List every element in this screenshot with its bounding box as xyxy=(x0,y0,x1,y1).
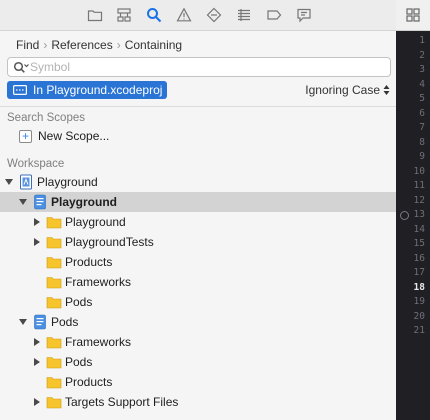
breakpoint-marker-icon[interactable] xyxy=(400,210,409,220)
divider xyxy=(0,106,396,107)
line-number: 14 xyxy=(413,223,425,235)
project-icon xyxy=(32,314,48,330)
tree-row[interactable]: Targets Support Files xyxy=(0,392,396,412)
line-number: 8 xyxy=(419,136,425,148)
scope-icon xyxy=(13,85,27,95)
tree-row[interactable]: PlaygroundTests xyxy=(0,232,396,252)
disclosure-collapsed-icon[interactable] xyxy=(32,217,42,227)
case-sensitivity-select[interactable]: Ignoring Case xyxy=(305,82,390,98)
line-number: 20 xyxy=(413,310,425,322)
tree-row[interactable]: Products xyxy=(0,252,396,272)
search-scopes-title: Search Scopes xyxy=(7,112,85,124)
line-number: 2 xyxy=(419,49,425,61)
tree-row-label: Playground xyxy=(65,215,126,229)
folder-icon xyxy=(46,374,62,390)
scope-chip-label: In Playground.xcodeproj xyxy=(33,83,163,97)
project-icon xyxy=(32,194,48,210)
tag-icon[interactable] xyxy=(265,6,283,24)
tree-row[interactable]: Playground xyxy=(0,212,396,232)
tree-row-label: Playground xyxy=(51,195,118,209)
folder-icon xyxy=(46,274,62,290)
breadcrumb-find[interactable]: Find xyxy=(16,38,39,52)
folder-icon xyxy=(46,234,62,250)
hierarchy-icon[interactable] xyxy=(115,6,133,24)
line-number: 1 xyxy=(419,35,425,46)
disclosure-collapsed-icon[interactable] xyxy=(32,357,42,367)
tree-row-label: Targets Support Files xyxy=(65,395,179,409)
line-number: 9 xyxy=(419,151,425,162)
line-number: 21 xyxy=(413,325,425,336)
disclosure-collapsed-icon[interactable] xyxy=(32,337,42,347)
tree-row-label: PlaygroundTests xyxy=(65,235,154,249)
list-icon[interactable] xyxy=(235,6,253,24)
line-number: 16 xyxy=(413,252,425,264)
tree-row[interactable]: Pods xyxy=(0,292,396,312)
search-icon[interactable] xyxy=(145,6,163,24)
warning-icon[interactable] xyxy=(175,6,193,24)
updown-arrows-icon xyxy=(383,85,390,95)
tree-row[interactable]: Products xyxy=(0,372,396,392)
line-number: 11 xyxy=(413,180,425,191)
grid-icon xyxy=(406,8,420,22)
tree-row-label: Frameworks xyxy=(65,335,132,349)
line-number: 18 xyxy=(413,281,425,293)
tree-row[interactable]: Pods xyxy=(0,352,396,372)
workspace-title: Workspace xyxy=(7,158,65,170)
tree-row[interactable]: Frameworks xyxy=(0,272,396,292)
line-number: 3 xyxy=(419,64,425,75)
tree-row[interactable]: Pods xyxy=(0,312,396,332)
tree-row-label: Playground xyxy=(37,175,98,189)
folder-icon[interactable] xyxy=(86,6,104,24)
workspace-icon xyxy=(18,174,34,190)
disclosure-expanded-icon[interactable] xyxy=(18,197,28,207)
folder-icon xyxy=(46,334,62,350)
folder-icon xyxy=(46,394,62,410)
tree-row[interactable]: Playground xyxy=(0,192,396,212)
line-number: 4 xyxy=(419,78,425,90)
search-field xyxy=(7,57,391,77)
line-number: 7 xyxy=(419,122,425,133)
breadcrumb-containing[interactable]: Containing xyxy=(125,38,182,52)
plus-icon: + xyxy=(19,129,32,143)
tree-row-label: Pods xyxy=(65,355,93,369)
disclosure-collapsed-icon[interactable] xyxy=(32,237,42,247)
breadcrumb: Find › References › Containing xyxy=(16,37,182,53)
tree-row[interactable]: Playground xyxy=(0,172,396,192)
editor-area: 1 2 3 4 5 6 7 8 9 10 11 12 13 14 15 16 17 18 19 20 21 xyxy=(396,0,430,420)
chevron-right-icon: › xyxy=(43,38,48,52)
breadcrumb-references[interactable]: References xyxy=(51,38,112,52)
line-number: 6 xyxy=(419,107,425,119)
disclosure-collapsed-icon[interactable] xyxy=(32,397,42,407)
line-number: 12 xyxy=(413,194,425,206)
chevron-right-icon: › xyxy=(116,38,121,52)
line-number: 15 xyxy=(413,238,425,249)
tree-row-label: Products xyxy=(65,255,113,269)
diamond-icon[interactable] xyxy=(205,6,223,24)
tree-row[interactable]: Frameworks xyxy=(0,332,396,352)
line-number: 19 xyxy=(413,296,425,307)
find-navigator: Find › References › Containing In Playgr… xyxy=(0,0,396,420)
new-scope-label: New Scope... xyxy=(38,129,110,143)
related-items-button[interactable] xyxy=(396,0,430,31)
folder-icon xyxy=(46,254,62,270)
folder-icon xyxy=(46,294,62,310)
search-options-icon[interactable] xyxy=(13,61,29,75)
case-select-label: Ignoring Case xyxy=(305,83,380,97)
tree-row-label: Frameworks xyxy=(65,275,132,289)
line-number: 10 xyxy=(413,165,425,177)
line-number: 17 xyxy=(413,267,425,278)
disclosure-expanded-icon[interactable] xyxy=(18,317,28,327)
disclosure-expanded-icon[interactable] xyxy=(4,177,14,187)
search-input[interactable] xyxy=(30,59,380,75)
tree-row-label: Products xyxy=(65,375,113,389)
tree-row-label: Pods xyxy=(65,295,93,309)
tree-row-label: Pods xyxy=(51,315,79,329)
folder-icon xyxy=(46,214,62,230)
folder-icon xyxy=(46,354,62,370)
search-scope-chip[interactable]: In Playground.xcodeproj xyxy=(7,81,167,99)
comment-icon[interactable] xyxy=(295,6,313,24)
navigator-toolbar xyxy=(0,0,396,31)
new-scope-button[interactable]: + New Scope... xyxy=(19,128,109,144)
line-number: 5 xyxy=(419,93,425,104)
